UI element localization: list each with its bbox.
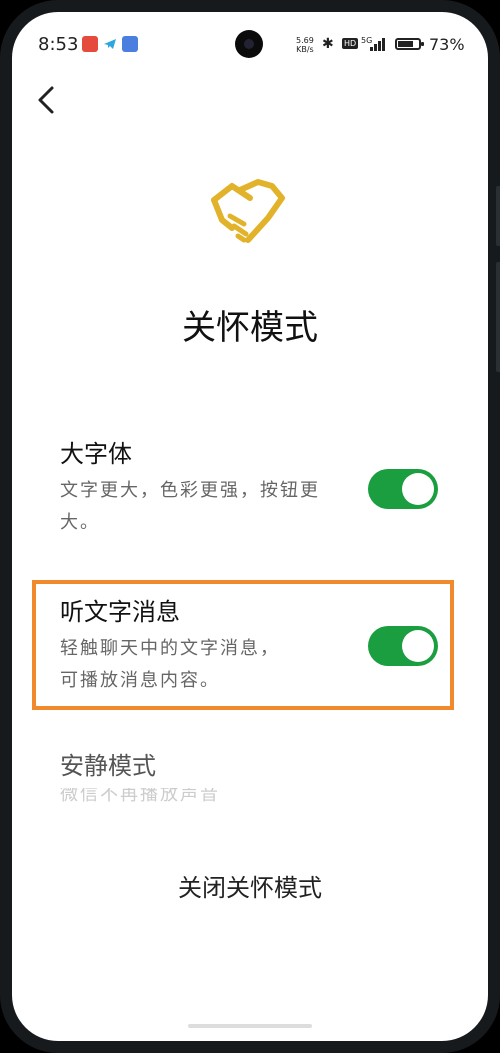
large-font-toggle[interactable] [368, 469, 438, 509]
back-button[interactable] [30, 80, 60, 120]
notification-app-icon [82, 36, 98, 52]
page-title: 关怀模式 [182, 308, 318, 348]
signal-icon [370, 37, 388, 51]
care-mode-heart-icon [208, 176, 290, 258]
home-indicator[interactable] [188, 1024, 312, 1028]
bluetooth-icon: ✱ [322, 36, 334, 52]
power-button [496, 262, 500, 372]
chevron-left-icon [38, 86, 54, 114]
quiet-mode-description: 微信不再播放声音 [60, 788, 220, 805]
telegram-icon [102, 36, 118, 52]
toggle-knob [402, 473, 434, 505]
battery-icon [395, 38, 424, 50]
listen-messages-toggle[interactable] [368, 626, 438, 666]
listen-messages-description: 轻触聊天中的文字消息， 可播放消息内容。 [60, 638, 280, 691]
screen: 8:53 5.69 KB/s ✱ HD 5G 73% 关怀模式 大字体 文字更大… [12, 12, 488, 1041]
large-font-title: 大字体 [60, 440, 132, 468]
front-camera [235, 30, 263, 58]
toggle-knob [402, 630, 434, 662]
quiet-mode-title: 安静模式 [60, 752, 156, 780]
quiet-mode-setting[interactable]: 安静模式 [60, 746, 440, 781]
browser-icon [122, 36, 138, 52]
battery-fill [398, 41, 413, 47]
close-care-mode-button[interactable]: 关闭关怀模式 [12, 868, 488, 903]
phone-frame: 8:53 5.69 KB/s ✱ HD 5G 73% 关怀模式 大字体 文字更大… [0, 0, 500, 1053]
battery-percent: 73% [429, 35, 465, 54]
listen-messages-title: 听文字消息 [60, 598, 180, 626]
network-speed: 5.69 KB/s [296, 36, 314, 54]
status-time: 8:53 [38, 34, 79, 55]
volume-button [496, 186, 500, 246]
status-bar: 8:53 5.69 KB/s ✱ HD 5G 73% [12, 12, 488, 76]
large-font-description: 文字更大，色彩更强，按钮更大。 [60, 480, 320, 533]
hd-badge: HD [342, 38, 359, 49]
